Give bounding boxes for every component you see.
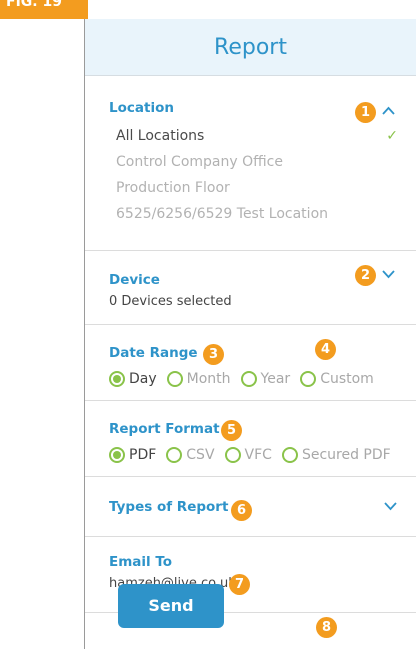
report-screen: Report Location 1 All Locations ✓ Contro… [84,19,416,649]
device-title: Device [109,272,160,288]
radio-selected-icon [109,371,125,387]
radio-label: Day [129,371,157,387]
radio-month[interactable]: Month [166,371,231,387]
radio-label: Custom [320,371,374,387]
radio-label: Month [186,371,231,387]
radio-csv[interactable]: CSV [166,447,215,463]
report-format-section: Report Format 5 PDF CSV VFC Secured PDF [85,401,416,477]
radio-label: VFC [244,447,272,463]
chevron-down-icon[interactable] [382,270,395,279]
location-item-label: 6525/6256/6529 Test Location [116,206,329,222]
radio-custom[interactable]: Custom [300,371,374,387]
callout-5: 5 [221,420,242,441]
chevron-up-icon[interactable] [382,106,395,115]
email-title: Email To [109,554,173,570]
radio-pdf[interactable]: PDF [109,447,156,463]
app-header: Report [85,19,416,76]
location-item-label: Production Floor [116,180,230,196]
radio-label: CSV [186,447,215,463]
send-button[interactable]: Send [118,584,224,628]
callout-2: 2 [355,265,376,286]
report-format-options: PDF CSV VFC Secured PDF [109,447,401,463]
radio-selected-icon [109,447,125,463]
types-of-report-title: Types of Report [109,499,229,515]
location-item-production-floor[interactable]: Production Floor [116,175,406,201]
location-title[interactable]: Location [109,100,174,116]
chevron-down-icon[interactable] [384,502,397,511]
callout-3: 3 [203,344,224,365]
date-range-title: Date Range [109,345,198,361]
date-range-options: Day Month Year Custom [109,371,384,387]
callout-6: 6 [231,500,252,521]
report-format-title: Report Format [109,421,220,437]
radio-label: Year [260,371,291,387]
radio-empty-icon [281,447,298,463]
callout-8: 8 [316,617,337,638]
callout-1: 1 [355,102,376,123]
radio-vfc[interactable]: VFC [224,447,272,463]
location-item-all[interactable]: All Locations ✓ [116,123,406,149]
radio-year[interactable]: Year [240,371,291,387]
radio-secured-pdf[interactable]: Secured PDF [281,447,391,463]
device-count: 0 Devices selected [109,294,232,309]
location-section: Location 1 All Locations ✓ Control Compa… [85,76,416,251]
radio-empty-icon [166,447,183,463]
date-range-section: Date Range 3 4 Day Month Year Custom [85,325,416,401]
check-icon: ✓ [386,128,398,144]
location-item-label: Control Company Office [116,154,283,170]
figure-label: FIG. 19 [0,0,88,19]
radio-day[interactable]: Day [109,371,157,387]
radio-empty-icon [166,371,183,387]
callout-4: 4 [315,339,336,360]
location-item-label: All Locations [116,128,205,144]
page-title: Report [214,34,287,60]
radio-empty-icon [240,371,257,387]
device-section[interactable]: Device 0 Devices selected 2 [85,251,416,325]
radio-label: Secured PDF [301,447,391,463]
radio-empty-icon [300,371,317,387]
radio-label: PDF [129,447,157,463]
types-of-report-section[interactable]: Types of Report 6 [85,477,416,537]
location-list: All Locations ✓ Control Company Office P… [116,123,406,227]
radio-empty-icon [224,447,241,463]
location-item-control-company-office[interactable]: Control Company Office [116,149,406,175]
callout-7: 7 [229,574,250,595]
location-item-test-location[interactable]: 6525/6256/6529 Test Location [116,201,406,227]
